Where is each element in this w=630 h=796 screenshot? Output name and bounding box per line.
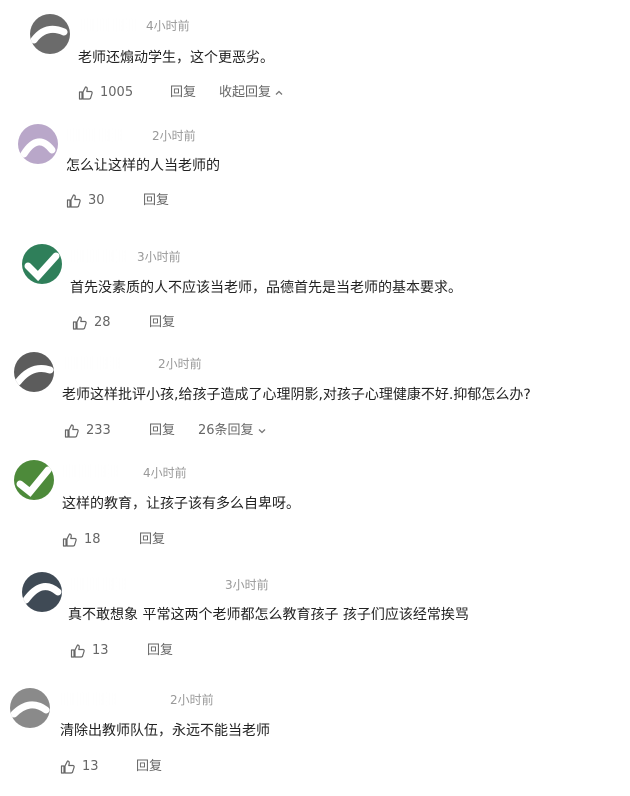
reply-button[interactable]: 回复 [149, 314, 175, 332]
collapse-replies-button[interactable]: 收起回复 [219, 84, 284, 102]
avatar[interactable] [30, 14, 70, 54]
comment-text: 清除出教师队伍，永远不能当老师 [60, 723, 270, 739]
avatar[interactable] [22, 572, 62, 612]
comment-actions: 18 回复 [62, 531, 362, 549]
expand-replies-label: 26条回复 [198, 423, 254, 438]
avatar[interactable] [14, 352, 54, 392]
comment-actions: 30 回复 [66, 192, 366, 210]
like-count: 28 [94, 315, 111, 330]
like-button[interactable]: 1005 [78, 84, 133, 102]
comment-item: 3小时前 真不敢想象 平常这两个老师都怎么教育孩子 孩子们应该经常挨骂 13 回… [0, 556, 630, 664]
thumbs-up-icon [64, 424, 79, 438]
avatar[interactable] [10, 688, 50, 728]
username-redacted[interactable] [70, 577, 128, 591]
thumbs-up-icon [66, 194, 81, 208]
comment-actions: 28 回复 [72, 314, 372, 332]
comment-actions: 233 回复 26条回复 [64, 422, 464, 440]
username-redacted[interactable] [66, 128, 124, 142]
username-redacted[interactable] [64, 356, 122, 370]
comment-text: 这样的教育，让孩子该有多么自卑呀。 [62, 496, 300, 512]
comment-item: 2小时前 怎么让这样的人当老师的 30 回复 [0, 108, 630, 216]
avatar[interactable] [14, 460, 54, 500]
comment-item: 2小时前 老师这样批评小孩,给孩子造成了心理阴影,对孩子心理健康不好.抑郁怎么办… [0, 336, 630, 444]
comment-text: 老师这样批评小孩,给孩子造成了心理阴影,对孩子心理健康不好.抑郁怎么办? [62, 387, 531, 403]
comment-actions: 13 回复 [60, 758, 360, 776]
like-button[interactable]: 233 [64, 422, 111, 440]
comment-feed: 4小时前 老师还煽动学生，这个更恶劣。 1005 回复 收起回复 2小时前 怎么… [0, 0, 630, 796]
comment-actions: 1005 回复 收起回复 [78, 84, 478, 102]
comment-text: 老师还煽动学生，这个更恶劣。 [78, 50, 274, 66]
like-count: 18 [84, 532, 101, 547]
like-count: 1005 [100, 85, 134, 100]
comment-text: 首先没素质的人不应该当老师，品德首先是当老师的基本要求。 [70, 280, 462, 296]
thumbs-up-icon [62, 533, 77, 547]
comment-time: 4小时前 [143, 466, 187, 480]
like-button[interactable]: 30 [66, 192, 105, 210]
comment-item: 4小时前 这样的教育，让孩子该有多么自卑呀。 18 回复 [0, 444, 630, 552]
comment-item: 3小时前 首先没素质的人不应该当老师，品德首先是当老师的基本要求。 28 回复 [0, 228, 630, 336]
like-button[interactable]: 18 [62, 531, 101, 549]
comment-actions: 13 回复 [70, 642, 370, 660]
expand-replies-button[interactable]: 26条回复 [198, 422, 267, 440]
comment-item: 4小时前 老师还煽动学生，这个更恶劣。 1005 回复 收起回复 [0, 0, 630, 108]
thumbs-up-icon [70, 644, 85, 658]
reply-button[interactable]: 回复 [143, 192, 169, 210]
like-count: 233 [86, 423, 111, 438]
like-button[interactable]: 13 [70, 642, 109, 660]
username-redacted[interactable] [62, 464, 120, 478]
username-redacted[interactable] [60, 692, 118, 706]
reply-button[interactable]: 回复 [149, 422, 175, 440]
like-count: 30 [88, 193, 105, 208]
username-redacted[interactable] [70, 249, 128, 263]
comment-text: 怎么让这样的人当老师的 [66, 158, 220, 174]
like-button[interactable]: 13 [60, 758, 99, 776]
avatar[interactable] [22, 244, 62, 284]
collapse-replies-label: 收起回复 [219, 85, 272, 100]
comment-time: 2小时前 [170, 693, 214, 707]
like-count: 13 [92, 643, 109, 658]
like-button[interactable]: 28 [72, 314, 111, 332]
username-redacted[interactable] [80, 18, 138, 32]
comment-time: 4小时前 [146, 19, 190, 33]
comment-time: 3小时前 [137, 250, 181, 264]
chevron-down-icon [258, 429, 266, 434]
like-count: 13 [82, 759, 99, 774]
reply-button[interactable]: 回复 [136, 758, 162, 776]
comment-time: 2小时前 [158, 357, 202, 371]
chevron-up-icon [275, 90, 283, 95]
thumbs-up-icon [78, 86, 93, 100]
comment-time: 3小时前 [225, 578, 269, 592]
comment-text: 真不敢想象 平常这两个老师都怎么教育孩子 孩子们应该经常挨骂 [68, 607, 469, 623]
thumbs-up-icon [72, 316, 87, 330]
reply-button[interactable]: 回复 [170, 84, 196, 102]
reply-button[interactable]: 回复 [139, 531, 165, 549]
thumbs-up-icon [60, 760, 75, 774]
comment-item: 2小时前 清除出教师队伍，永远不能当老师 13 回复 [0, 672, 630, 780]
comment-time: 2小时前 [152, 129, 196, 143]
avatar[interactable] [18, 124, 58, 164]
reply-button[interactable]: 回复 [147, 642, 173, 660]
